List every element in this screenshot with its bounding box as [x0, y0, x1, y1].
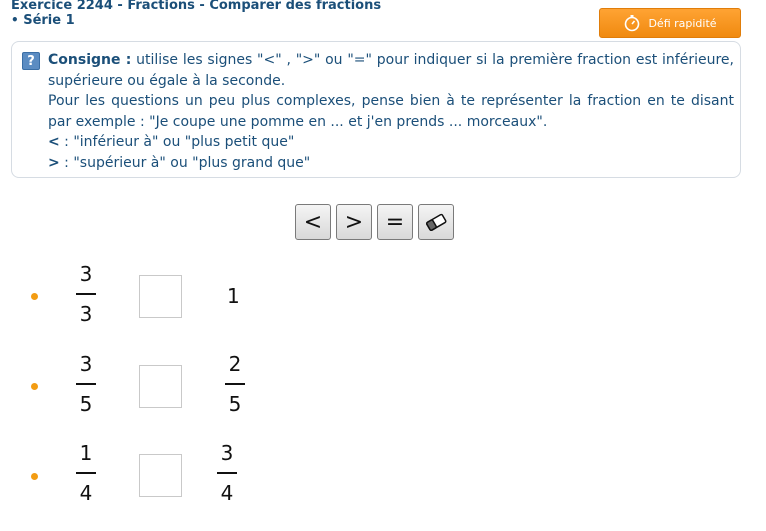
instructions-box: ? Consigne : utilise les signes "<" , ">…	[11, 41, 741, 178]
consigne-line2: Pour les questions un peu plus complexes…	[48, 93, 734, 130]
defi-rapidite-label: Défi rapidité	[648, 16, 717, 30]
left-fraction: 3 3	[74, 262, 98, 326]
exercise-header: Exercice 2244 - Fractions - Comparer des…	[11, 0, 381, 28]
right-fraction: 3 4	[215, 441, 239, 505]
right-fraction: 2 5	[223, 352, 247, 416]
right-numerator: 2	[228, 352, 242, 376]
help-question-icon: ?	[22, 52, 40, 70]
fraction-bar	[76, 293, 96, 295]
lt-explanation: : "inférieur à" ou "plus petit que"	[59, 134, 295, 150]
left-denominator: 4	[79, 481, 93, 505]
series-text: Série 1	[23, 13, 75, 28]
question-bullet	[31, 293, 38, 300]
question-bullet	[31, 473, 38, 480]
left-numerator: 1	[79, 441, 93, 465]
question-row-2: 3 5 2 5	[0, 352, 766, 422]
fraction-bar	[225, 383, 245, 385]
left-numerator: 3	[79, 262, 93, 286]
question-bullet	[31, 383, 38, 390]
consigne-line1: utilise les signes "<" , ">" ou "=" pour…	[48, 52, 734, 89]
right-number: 1	[227, 284, 240, 308]
right-denominator: 5	[228, 392, 242, 416]
gt-symbol: >	[48, 154, 60, 171]
left-denominator: 5	[79, 392, 93, 416]
question-row-3: 1 4 3 4	[0, 441, 766, 511]
eraser-button[interactable]	[418, 204, 454, 240]
gt-explanation: : "supérieur à" ou "plus grand que"	[59, 154, 311, 171]
equal-button[interactable]: =	[377, 204, 413, 240]
answer-box[interactable]	[139, 275, 182, 318]
lt-symbol: <	[48, 134, 60, 150]
question-row-1: 3 3 1	[0, 262, 766, 332]
left-numerator: 3	[79, 352, 93, 376]
exercise-title: Exercice 2244 - Fractions - Comparer des…	[11, 0, 382, 13]
eraser-icon	[426, 213, 447, 232]
fraction-bar	[76, 383, 96, 385]
right-numerator: 3	[220, 441, 234, 465]
greater-than-button[interactable]: >	[336, 204, 372, 240]
answer-box[interactable]	[139, 365, 182, 408]
left-fraction: 1 4	[74, 441, 98, 505]
left-fraction: 3 5	[74, 352, 98, 416]
consigne-label: Consigne :	[48, 52, 132, 68]
series-label: • Série 1	[11, 13, 381, 28]
right-denominator: 4	[220, 481, 234, 505]
stopwatch-icon	[625, 15, 640, 32]
fraction-bar	[76, 472, 96, 474]
fraction-bar	[217, 472, 237, 474]
answer-box[interactable]	[139, 454, 182, 497]
series-bullet: •	[11, 13, 19, 27]
left-denominator: 3	[79, 302, 93, 326]
less-than-button[interactable]: <	[295, 204, 331, 240]
defi-rapidite-button[interactable]: Défi rapidité	[599, 8, 741, 38]
instructions-text: Consigne : utilise les signes "<" , ">" …	[48, 50, 734, 173]
